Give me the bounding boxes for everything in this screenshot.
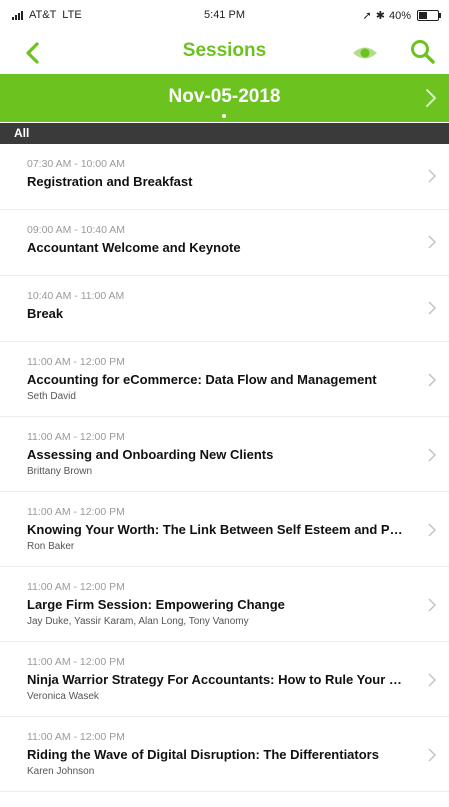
session-row[interactable]: 11:00 AM - 12:00 PM Assessing and Onboar… [0,417,449,492]
session-speakers: Jay Duke, Yassir Karam, Alan Long, Tony … [27,616,249,627]
session-speakers: Ron Baker [27,541,75,552]
location-icon: ➚ [362,10,372,22]
view-toggle-button[interactable] [350,40,380,66]
session-list: 07:30 AM - 10:00 AM Registration and Bre… [0,144,449,792]
session-row[interactable]: 11:00 AM - 12:00 PM Ninja Warrior Strate… [0,642,449,717]
session-time: 11:00 AM - 12:00 PM [27,731,125,743]
search-button[interactable] [408,37,438,67]
battery-percent: 40% [388,9,411,22]
nav-bar: Sessions [0,34,449,72]
page-indicator-dot [222,114,226,118]
session-title: Accounting for eCommerce: Data Flow and … [27,372,377,387]
session-row[interactable]: 11:00 AM - 12:00 PM Riding the Wave of D… [0,717,449,792]
session-time: 11:00 AM - 12:00 PM [27,431,125,443]
session-speakers: Brittany Brown [27,466,93,477]
status-icons: ➚ ✱ 40% [362,9,441,22]
session-title: Large Firm Session: Empowering Change [27,597,285,612]
session-time: 11:00 AM - 12:00 PM [27,356,125,368]
next-date-button[interactable] [421,86,441,110]
session-title: Knowing Your Worth: The Link Between Sel… [27,522,407,537]
session-speakers: Karen Johnson [27,766,95,777]
date-selector[interactable]: Nov-05-2018 [0,74,449,122]
chevron-right-icon [428,523,437,537]
chevron-left-icon [26,42,39,64]
chevron-right-icon [428,673,437,687]
chevron-right-icon [426,89,436,107]
session-title: Riding the Wave of Digital Disruption: T… [27,747,379,762]
session-time: 11:00 AM - 12:00 PM [27,506,125,518]
session-speakers: Veronica Wasek [27,691,99,702]
session-row[interactable]: 09:00 AM - 10:40 AM Accountant Welcome a… [0,210,449,276]
session-row[interactable]: 07:30 AM - 10:00 AM Registration and Bre… [0,144,449,210]
chevron-right-icon [428,748,437,762]
search-icon [411,40,435,64]
filter-header[interactable]: All [0,123,449,144]
session-title: Break [27,306,64,321]
session-row[interactable]: 11:00 AM - 12:00 PM Large Firm Session: … [0,567,449,642]
current-date: Nov-05-2018 [168,86,281,107]
session-time: 10:40 AM - 11:00 AM [27,290,125,302]
session-row[interactable]: 10:40 AM - 11:00 AM Break [0,276,449,342]
session-time: 09:00 AM - 10:40 AM [27,224,126,236]
session-time: 07:30 AM - 10:00 AM [27,158,126,170]
chevron-right-icon [428,301,437,315]
bluetooth-icon: ✱ [375,10,385,22]
session-time: 11:00 AM - 12:00 PM [27,581,125,593]
chevron-right-icon [428,598,437,612]
session-title: Assessing and Onboarding New Clients [27,447,274,462]
chevron-right-icon [428,448,437,462]
session-row[interactable]: 11:00 AM - 12:00 PM Accounting for eComm… [0,342,449,417]
chevron-right-icon [428,235,437,249]
session-title: Accountant Welcome and Keynote [27,240,241,255]
chevron-right-icon [428,169,437,183]
session-row[interactable]: 11:00 AM - 12:00 PM Knowing Your Worth: … [0,492,449,567]
session-speakers: Seth David [27,391,76,402]
eye-icon [353,47,377,59]
session-title: Ninja Warrior Strategy For Accountants: … [27,672,407,687]
battery-icon [417,10,441,21]
back-button[interactable] [18,38,48,68]
session-time: 11:00 AM - 12:00 PM [27,656,125,668]
filter-label: All [14,126,30,140]
status-bar: AT&T LTE 5:41 PM ➚ ✱ 40% [0,0,449,34]
page-title: Sessions [182,40,267,61]
chevron-right-icon [428,373,437,387]
session-title: Registration and Breakfast [27,174,193,189]
